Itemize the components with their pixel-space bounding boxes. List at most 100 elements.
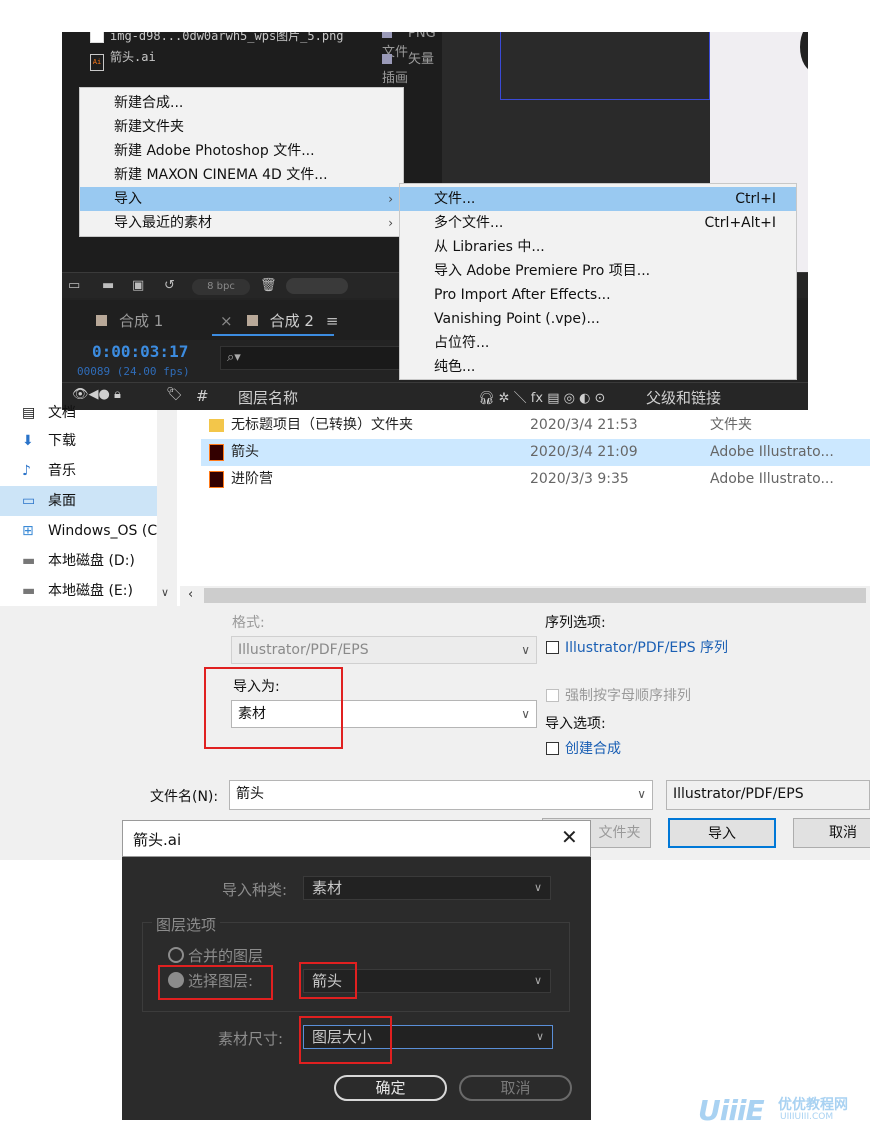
tab-menu-icon[interactable]: ≡ xyxy=(326,312,339,330)
file-row[interactable]: 进阶营 2020/3/3 9:35 Adobe Illustrato... xyxy=(201,466,870,493)
search-pill[interactable] xyxy=(286,278,348,294)
create-comp-checkbox[interactable] xyxy=(546,742,559,755)
label-color-icon xyxy=(382,32,392,38)
submenu-arrow-icon: › xyxy=(388,192,393,206)
project-settings-icon[interactable]: ↺ xyxy=(164,278,175,293)
file-row-selected[interactable]: 箭头 2020/3/4 21:09 Adobe Illustrato... xyxy=(201,439,870,466)
interpret-footage-icon[interactable]: ▭ xyxy=(68,278,80,293)
menu-import[interactable]: 导入 › xyxy=(80,187,403,211)
fps-readout: 00089 (24.00 fps) xyxy=(77,365,190,378)
parent-link-header[interactable]: 父级和链接 xyxy=(646,387,721,408)
submenu-file[interactable]: 文件... Ctrl+I xyxy=(400,187,796,211)
sequence-checkbox-label[interactable]: Illustrator/PDF/EPS 序列 xyxy=(565,637,728,657)
new-comp-icon[interactable]: ▣ xyxy=(132,278,144,293)
import-button[interactable]: 导入 xyxy=(668,818,776,848)
label-icon: 🏷︎ xyxy=(166,387,183,402)
sequence-checkbox[interactable] xyxy=(546,641,559,654)
chevron-down-icon: ∨ xyxy=(533,881,542,894)
timeline-search-input[interactable]: ⌕▾ xyxy=(220,346,410,370)
chevron-down-icon: ∨ xyxy=(533,974,542,987)
menu-new-photoshop[interactable]: 新建 Adobe Photoshop 文件... xyxy=(80,139,403,163)
submenu-premiere[interactable]: 导入 Adobe Premiere Pro 项目... xyxy=(400,259,796,283)
horizontal-scrollbar[interactable]: ‹ xyxy=(180,586,870,606)
import-submenu: 文件... Ctrl+I 多个文件... Ctrl+Alt+I 从 Librarie… xyxy=(399,183,797,380)
nav-pane: ▤ 文档 ⬇ 下载 ♪ 音乐 ▭ 桌面 ⊞ Windows_OS (C ▬ 本地磁盘 (D:… xyxy=(0,405,157,606)
trash-icon[interactable]: 🗑︎ xyxy=(260,278,277,293)
close-icon[interactable]: ✕ xyxy=(561,825,578,849)
nav-drive-d[interactable]: ▬ 本地磁盘 (D:) xyxy=(0,546,157,576)
nav-scrollbar[interactable]: ∨ xyxy=(157,410,177,606)
chevron-down-icon[interactable]: ∨ xyxy=(637,781,646,807)
alpha-order-checkbox xyxy=(546,689,559,702)
new-folder-icon[interactable]: ▬ xyxy=(102,278,114,293)
nav-drive-c[interactable]: ⊞ Windows_OS (C xyxy=(0,516,157,546)
highlight-box xyxy=(158,965,273,1000)
submenu-pro-import[interactable]: Pro Import After Effects... xyxy=(400,283,796,307)
menu-new-comp[interactable]: 新建合成... xyxy=(80,91,403,115)
timeline-header: 👁︎◀︎● 🔒︎ 🏷︎ # 图层名称 🎧︎ ✲ ＼ fx ▤ ◎ ◐ ⊙ 父级和… xyxy=(62,382,808,410)
timecode[interactable]: 0:00:03:17 xyxy=(92,342,188,361)
music-icon: ♪ xyxy=(22,463,31,479)
menu-new-folder[interactable]: 新建文件夹 xyxy=(80,115,403,139)
ai-file-icon xyxy=(209,471,224,488)
watermark-cn: 优优教程网 xyxy=(778,1097,848,1113)
merged-layers-radio[interactable] xyxy=(168,947,184,963)
watermark: UiiiE 优优教程网 UIIIUIII.COM xyxy=(698,1094,868,1128)
highlight-box xyxy=(204,667,343,749)
dialog-title: 箭头.ai xyxy=(133,831,182,849)
canvas-object xyxy=(800,32,808,72)
filename-label: 文件名(N): xyxy=(150,789,219,805)
ai-import-dialog: 箭头.ai ✕ 导入种类: 素材 ∨ 图层选项 合并的图层 选择图层: 箭头 ∨ 素… xyxy=(122,820,591,1120)
dialog-cancel-button[interactable]: 取消 xyxy=(459,1075,572,1101)
ai-file-icon: Ai xyxy=(90,54,104,71)
search-icon: ⌕▾ xyxy=(227,350,241,365)
submenu-solid[interactable]: 纯色... xyxy=(400,355,796,379)
alpha-order-label: 强制按字母顺序排列 xyxy=(565,688,691,704)
nav-desktop[interactable]: ▭ 桌面 xyxy=(0,486,157,516)
nav-music[interactable]: ♪ 音乐 xyxy=(0,456,157,486)
desktop-icon: ▭ xyxy=(22,493,36,509)
submenu-vanishing-point[interactable]: Vanishing Point (.vpe)... xyxy=(400,307,796,331)
tab-comp-2[interactable]: × 合成 2 ≡ xyxy=(220,310,338,331)
import-options-label: 导入选项: xyxy=(545,716,606,732)
submenu-libraries[interactable]: 从 Libraries 中... xyxy=(400,235,796,259)
menu-import-recent[interactable]: 导入最近的素材 › xyxy=(80,211,403,235)
submenu-arrow-icon: › xyxy=(388,216,393,230)
nav-downloads[interactable]: ⬇ 下载 xyxy=(0,426,157,456)
ai-file-icon xyxy=(209,444,224,461)
import-kind-select[interactable]: 素材 ∨ xyxy=(303,876,551,900)
merged-layers-label[interactable]: 合并的图层 xyxy=(188,945,263,966)
tab-comp-1[interactable]: 合成 1 xyxy=(96,310,163,331)
highlight-box xyxy=(299,1016,392,1064)
chevron-left-icon[interactable]: ‹ xyxy=(188,587,193,602)
menu-new-cinema4d[interactable]: 新建 MAXON CINEMA 4D 文件... xyxy=(80,163,403,187)
drive-icon: ▬ xyxy=(22,583,36,599)
cancel-button[interactable]: 取消 xyxy=(793,818,870,848)
context-menu: 新建合成... 新建文件夹 新建 Adobe Photoshop 文件... 新… xyxy=(79,87,404,237)
filetype-select[interactable]: Illustrator/PDF/EPS xyxy=(666,780,870,810)
layer-name-header[interactable]: 图层名称 xyxy=(238,387,298,408)
scroll-thumb[interactable] xyxy=(204,588,866,603)
watermark-url: UIIIUIII.COM xyxy=(780,1112,834,1122)
format-label: 格式: xyxy=(232,615,265,631)
windows-drive-icon: ⊞ xyxy=(22,523,34,539)
sequence-options-label: 序列选项: xyxy=(545,615,606,631)
layer-options-label: 图层选项 xyxy=(152,914,221,935)
filename-input[interactable]: 箭头 ∨ xyxy=(229,780,653,810)
documents-icon: ▤ xyxy=(22,405,36,421)
file-row[interactable]: 无标题项目（已转换）文件夹 2020/3/4 21:53 文件夹 xyxy=(201,412,870,439)
ok-button[interactable]: 确定 xyxy=(334,1075,447,1101)
nav-documents[interactable]: ▤ 文档 xyxy=(0,398,157,428)
project-file-ai[interactable]: Ai 箭头.ai xyxy=(90,48,156,71)
chevron-down-icon[interactable]: ∨ xyxy=(161,586,169,599)
submenu-placeholder[interactable]: 占位符... xyxy=(400,331,796,355)
comp-boundary xyxy=(500,32,710,100)
bit-depth-button[interactable]: 8 bpc xyxy=(192,279,250,295)
label-color-icon xyxy=(382,54,392,64)
format-select: Illustrator/PDF/EPS ∨ xyxy=(231,636,537,664)
close-icon[interactable]: × xyxy=(220,312,233,330)
submenu-multiple-files[interactable]: 多个文件... Ctrl+Alt+I xyxy=(400,211,796,235)
project-file-png[interactable]: img-d98...0dw0arwh5_wps图片_5.png xyxy=(90,32,344,44)
nav-drive-e[interactable]: ▬ 本地磁盘 (E:) xyxy=(0,576,157,606)
create-comp-label[interactable]: 创建合成 xyxy=(565,738,621,758)
